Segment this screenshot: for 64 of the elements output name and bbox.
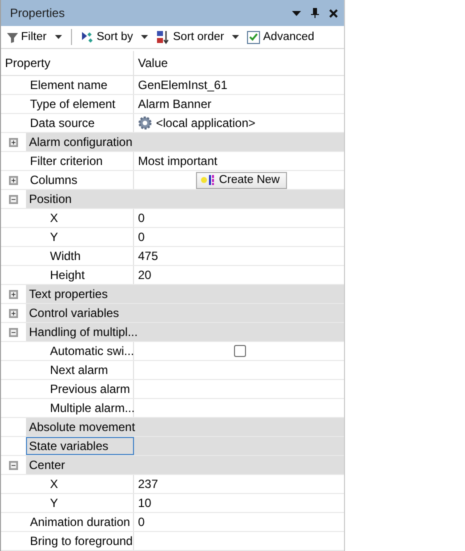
category-row[interactable]: Position — [26, 190, 344, 208]
property-name[interactable]: Y — [26, 230, 58, 244]
sort-order-icon — [156, 30, 170, 44]
collapse-icon[interactable] — [9, 328, 18, 336]
property-value: 475 — [138, 249, 158, 263]
toolbar-button[interactable]: Sort by — [78, 30, 150, 44]
property-value: 237 — [138, 477, 158, 491]
sort-icon — [80, 30, 94, 44]
category-row[interactable]: Handling of multipl... — [26, 323, 344, 341]
property-name[interactable]: Height — [26, 268, 85, 282]
collapse-icon[interactable] — [9, 194, 18, 204]
property-value: GenElemInst_61 — [138, 78, 228, 92]
gear-icon — [138, 116, 152, 130]
property-name[interactable]: Element name — [26, 78, 108, 92]
caret-icon[interactable] — [232, 35, 240, 39]
property-name[interactable]: Width — [26, 249, 81, 263]
category-row[interactable]: Alarm configuration — [26, 133, 344, 151]
expand-icon[interactable] — [9, 290, 18, 298]
property-name[interactable]: Type of element — [26, 97, 116, 111]
property-value: Alarm Banner — [138, 97, 212, 111]
property-value: 20 — [138, 268, 152, 282]
toolbar-button[interactable]: Sort order — [154, 28, 242, 46]
expand-icon[interactable] — [9, 308, 18, 318]
property-value: 0 — [138, 515, 145, 529]
category-row[interactable]: State variables — [26, 437, 344, 455]
caret-icon[interactable] — [141, 35, 148, 39]
property-name[interactable]: X — [26, 211, 58, 225]
property-value: 0 — [138, 230, 145, 244]
toolbar-button[interactable]: Filter — [5, 30, 64, 44]
panel-title: Properties — [10, 6, 66, 20]
column-header[interactable]: Property — [5, 56, 50, 70]
property-name[interactable]: Filter criterion — [26, 154, 103, 168]
pin-icon[interactable] — [311, 8, 319, 18]
caret-icon[interactable] — [54, 35, 62, 39]
category-row[interactable]: Control variables — [26, 304, 344, 322]
property-name[interactable]: Y — [26, 496, 58, 510]
property-name[interactable]: Previous alarm — [26, 382, 130, 396]
new-item-icon — [199, 174, 215, 186]
property-name[interactable]: Bring to foreground — [26, 534, 133, 548]
property-value: Most important — [138, 154, 218, 168]
property-value: 0 — [138, 211, 145, 225]
filter-icon — [7, 32, 18, 42]
property-name[interactable]: Multiple alarm... — [26, 401, 135, 415]
column-header[interactable]: Value — [138, 56, 168, 70]
close-icon[interactable] — [329, 8, 338, 18]
property-name[interactable]: Next alarm — [26, 363, 108, 377]
property-value: 10 — [138, 496, 152, 510]
property-name[interactable]: X — [26, 477, 58, 491]
expand-icon[interactable] — [9, 138, 18, 146]
category-row[interactable]: Text properties — [26, 285, 344, 303]
property-value: <local application> — [156, 116, 256, 130]
property-name[interactable]: Columns — [26, 173, 78, 187]
property-name[interactable]: Data source — [26, 116, 95, 130]
property-name[interactable]: Automatic swi... — [26, 344, 134, 358]
category-row[interactable]: Absolute movement — [26, 418, 344, 436]
collapse-icon[interactable] — [9, 460, 18, 470]
dropdown-icon[interactable] — [292, 10, 301, 16]
create-new-button[interactable]: Create New — [196, 172, 287, 188]
advanced-checkbox[interactable]: Advanced — [245, 30, 316, 44]
expand-icon[interactable] — [9, 176, 18, 184]
property-name[interactable]: Animation duration — [26, 515, 130, 529]
category-row[interactable]: Center — [26, 456, 344, 474]
check-icon — [249, 33, 258, 41]
checkbox[interactable] — [234, 345, 246, 357]
